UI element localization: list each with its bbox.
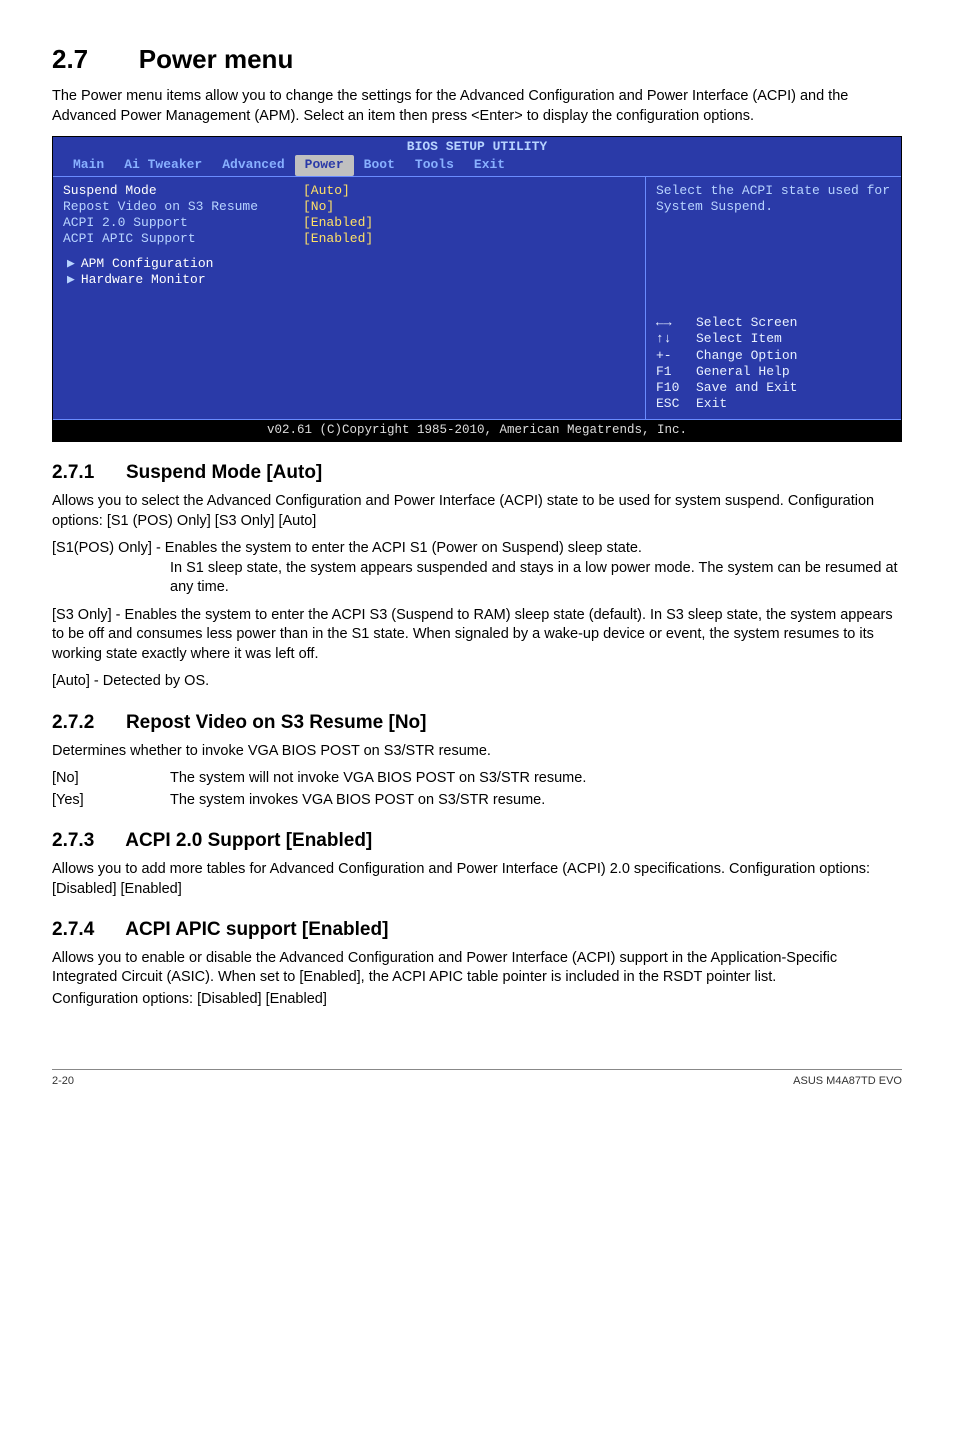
option-desc: The system invokes VGA BIOS POST on S3/S… — [170, 791, 545, 811]
key-desc: General Help — [696, 364, 790, 380]
bios-item[interactable]: Suspend Mode [Auto] — [63, 183, 635, 199]
body-text-span: [S3 Only] - Enables the system to enter … — [52, 607, 893, 662]
triangle-icon: ▶ — [67, 272, 75, 287]
body-text: Allows you to enable or disable the Adva… — [52, 949, 902, 988]
body-text: Determines whether to invoke VGA BIOS PO… — [52, 742, 902, 762]
key-desc: Select Screen — [696, 315, 797, 331]
bios-tab-bar: Main Ai Tweaker Advanced Power Boot Tool… — [53, 155, 901, 175]
bios-submenu-label: Hardware Monitor — [81, 272, 206, 287]
key: F10 — [656, 380, 696, 396]
bios-item-value: [Enabled] — [303, 215, 373, 231]
key-desc: Change Option — [696, 348, 797, 364]
bios-item[interactable]: ACPI 2.0 Support [Enabled] — [63, 215, 635, 231]
body-text: [S3 Only] - Enables the system to enter … — [52, 606, 902, 665]
bios-item-value: [Auto] — [303, 183, 350, 199]
bios-item-label: Repost Video on S3 Resume — [63, 199, 303, 215]
bios-right-pane: Select the ACPI state used for System Su… — [646, 176, 901, 419]
bios-submenu[interactable]: ▶ Hardware Monitor — [63, 272, 635, 288]
option-row: [No] The system will not invoke VGA BIOS… — [52, 769, 902, 789]
bios-tab-advanced[interactable]: Advanced — [212, 155, 294, 175]
body-text: [S1(POS) Only] - Enables the system to e… — [52, 539, 902, 559]
key: F1 — [656, 364, 696, 380]
subsection-heading: 2.7.2 Repost Video on S3 Resume [No] — [52, 710, 902, 736]
bios-body: Suspend Mode [Auto] Repost Video on S3 R… — [53, 176, 901, 420]
key-desc: Select Item — [696, 331, 782, 347]
bios-footer: v02.61 (C)Copyright 1985-2010, American … — [53, 420, 901, 442]
subsection-number: 2.7.2 — [52, 712, 94, 733]
subsection-number: 2.7.3 — [52, 830, 94, 851]
body-text: Allows you to add more tables for Advanc… — [52, 860, 902, 899]
subsection-title: ACPI 2.0 Support [Enabled] — [125, 830, 372, 851]
triangle-icon: ▶ — [67, 256, 75, 271]
bios-help-text: Select the ACPI state used for System Su… — [656, 183, 891, 216]
body-text: Configuration options: [Disabled] [Enabl… — [52, 990, 902, 1010]
bios-tab-power[interactable]: Power — [295, 155, 354, 175]
subsection-title: ACPI APIC support [Enabled] — [125, 919, 388, 940]
subsection-title: Repost Video on S3 Resume [No] — [126, 712, 427, 733]
bios-tab-ai-tweaker[interactable]: Ai Tweaker — [114, 155, 212, 175]
key-desc: Exit — [696, 396, 727, 412]
intro-paragraph: The Power menu items allow you to change… — [52, 87, 902, 126]
section-title-text: Power menu — [139, 44, 294, 74]
bios-item-label: ACPI APIC Support — [63, 231, 303, 247]
option-key: [Yes] — [52, 791, 170, 811]
bios-submenu-label: APM Configuration — [81, 256, 214, 271]
key: ←→ — [656, 315, 696, 331]
subsection-heading: 2.7.1 Suspend Mode [Auto] — [52, 460, 902, 486]
subsection-title: Suspend Mode [Auto] — [126, 462, 322, 483]
page-number: 2-20 — [52, 1074, 74, 1089]
option-desc: The system will not invoke VGA BIOS POST… — [170, 769, 586, 789]
option-row: [Yes] The system invokes VGA BIOS POST o… — [52, 791, 902, 811]
bios-item[interactable]: Repost Video on S3 Resume [No] — [63, 199, 635, 215]
section-number: 2.7 — [52, 44, 88, 74]
bios-screenshot: BIOS SETUP UTILITY Main Ai Tweaker Advan… — [52, 136, 902, 442]
subsection-heading: 2.7.4 ACPI APIC support [Enabled] — [52, 917, 902, 943]
bios-item-value: [No] — [303, 199, 334, 215]
subsection-heading: 2.7.3 ACPI 2.0 Support [Enabled] — [52, 828, 902, 854]
subsection-number: 2.7.1 — [52, 462, 94, 483]
bios-tab-exit[interactable]: Exit — [464, 155, 515, 175]
bios-key-help: ←→Select Screen ↑↓Select Item +-Change O… — [656, 315, 891, 413]
bios-submenu[interactable]: ▶ APM Configuration — [63, 256, 635, 272]
bios-tab-tools[interactable]: Tools — [405, 155, 464, 175]
option-key: [No] — [52, 769, 170, 789]
bios-tab-boot[interactable]: Boot — [354, 155, 405, 175]
bios-title: BIOS SETUP UTILITY — [53, 137, 901, 155]
body-text: [Auto] - Detected by OS. — [52, 672, 902, 692]
bios-item[interactable]: ACPI APIC Support [Enabled] — [63, 231, 635, 247]
key: ESC — [656, 396, 696, 412]
body-text: In S1 sleep state, the system appears su… — [170, 559, 902, 598]
page-footer: 2-20 ASUS M4A87TD EVO — [52, 1069, 902, 1089]
bios-item-label: ACPI 2.0 Support — [63, 215, 303, 231]
bios-left-pane: Suspend Mode [Auto] Repost Video on S3 R… — [53, 176, 646, 419]
subsection-number: 2.7.4 — [52, 919, 94, 940]
key-desc: Save and Exit — [696, 380, 797, 396]
section-heading: 2.7 Power menu — [52, 42, 902, 77]
key: ↑↓ — [656, 331, 696, 347]
bios-item-value: [Enabled] — [303, 231, 373, 247]
body-text: Allows you to select the Advanced Config… — [52, 492, 902, 531]
bios-tab-main[interactable]: Main — [63, 155, 114, 175]
product-name: ASUS M4A87TD EVO — [793, 1074, 902, 1089]
key: +- — [656, 348, 696, 364]
bios-item-label: Suspend Mode — [63, 183, 303, 199]
